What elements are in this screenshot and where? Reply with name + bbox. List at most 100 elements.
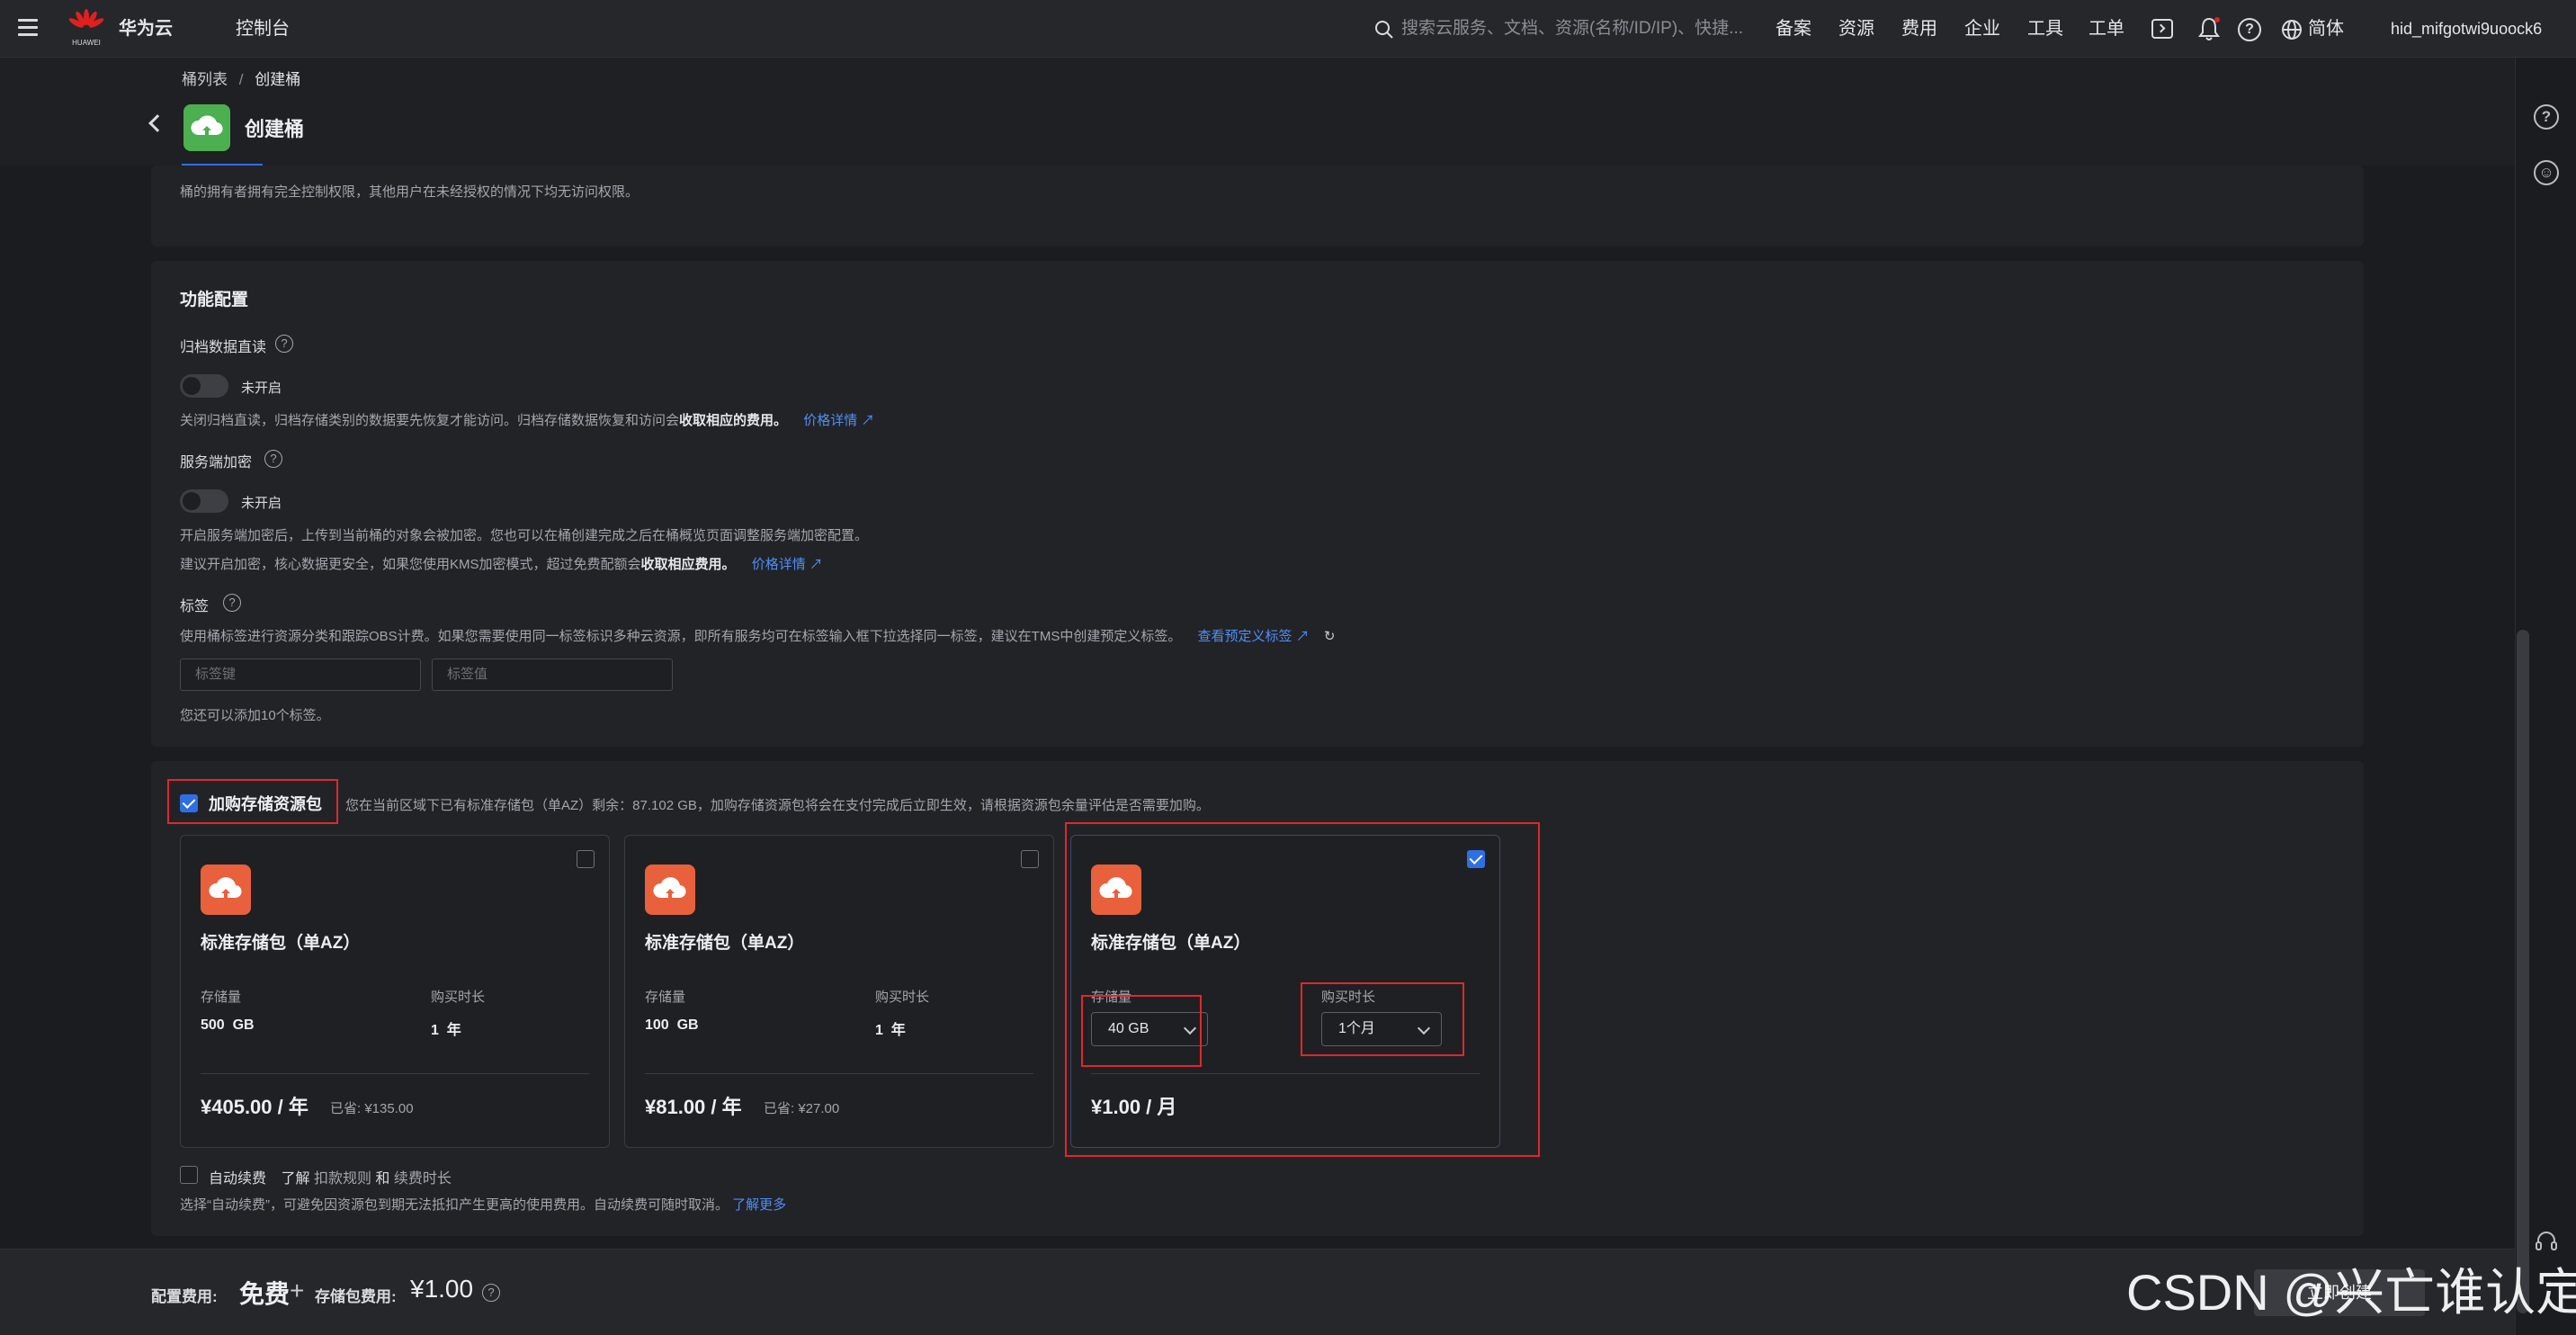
package-name: 标准存储包（单AZ） [645, 934, 805, 953]
package-checkbox[interactable] [180, 794, 198, 812]
encryption-desc-text: 建议开启加密，核心数据更安全，如果您使用KMS加密模式，超过免费配额会 [180, 557, 641, 572]
learn-more-link[interactable]: 了解更多 [732, 1197, 786, 1213]
globe-icon[interactable] [2281, 19, 2303, 40]
duration-value: 1 年 [431, 1023, 461, 1038]
page-title: 创建桶 [245, 118, 305, 140]
auto-renew-desc: 选择“自动续费”，可避免因资源包到期无法抵扣产生更高的使用费用。自动续费可随时取… [180, 1195, 786, 1214]
package-option-1-checkbox[interactable] [577, 850, 595, 868]
package-price: ¥405.00 / 年 [201, 1096, 309, 1118]
cloud-upload-icon [645, 865, 695, 915]
cloud-upload-icon [1091, 865, 1141, 915]
nav-resources[interactable]: 资源 [1838, 0, 1874, 58]
huawei-logo[interactable]: HUAWEI [68, 9, 104, 49]
brand-name[interactable]: 华为云 [119, 0, 173, 58]
nav-tools[interactable]: 工具 [2027, 0, 2063, 58]
breadcrumb-bucket-list[interactable]: 桶列表 [182, 71, 228, 88]
auto-renew-desc-text: 选择“自动续费”，可避免因资源包到期无法抵扣产生更高的使用费用。自动续费可随时取… [180, 1197, 729, 1213]
features-card: 功能配置 归档数据直读 ? 未开启 关闭归档直读，归档存储类别的数据要先恢复才能… [151, 261, 2364, 747]
encryption-desc-1: 开启服务端加密后，上传到当前桶的对象会被加密。您也可以在桶创建完成之后在桶概览页… [180, 528, 869, 543]
encryption-label: 服务端加密 [180, 455, 253, 470]
encryption-desc-bold: 收取相应费用。 [640, 557, 736, 572]
auto-renew-row: 自动续费 了解 扣款规则 和 续费时长 [209, 1166, 452, 1187]
features-title: 功能配置 [180, 291, 249, 309]
back-arrow-icon[interactable] [148, 114, 166, 132]
highlight-storage-select [1081, 995, 1202, 1067]
page-header: 桶列表 / 创建桶 创建桶 [0, 58, 2515, 166]
storage-value: 500 GB [201, 1017, 255, 1033]
external-link-icon[interactable]: ↗ [861, 413, 874, 428]
breadcrumb-current: 创建桶 [255, 71, 301, 88]
archive-desc-text: 关闭归档直读，归档存储类别的数据要先恢复才能访问。归档存储数据恢复和访问会 [180, 413, 680, 428]
breadcrumb-separator: / [238, 71, 244, 88]
archive-help-icon[interactable]: ? [275, 335, 293, 353]
tags-label: 标签 [180, 599, 210, 614]
duration-value: 1 年 [875, 1023, 906, 1038]
package-checkbox-label[interactable]: 加购存储资源包 [209, 792, 322, 815]
archive-toggle[interactable] [180, 374, 228, 398]
encryption-desc-2: 建议开启加密，核心数据更安全，如果您使用KMS加密模式，超过免费配额会收取相应费… [180, 554, 823, 573]
encryption-help-icon[interactable]: ? [264, 450, 282, 468]
tags-desc: 使用桶标签进行资源分类和跟踪OBS计费。如果您需要使用同一标签标识多种云资源，即… [180, 626, 1335, 645]
username[interactable]: hid_mifgotwi9uoock6 [2391, 0, 2542, 58]
predefined-tags-link[interactable]: 查看预定义标签 [1198, 629, 1292, 644]
archive-toggle-state: 未开启 [241, 381, 282, 396]
refresh-icon[interactable]: ↻ [1324, 629, 1336, 644]
tag-value-input[interactable]: 标签值 [432, 659, 673, 691]
search-icon [1375, 21, 1393, 39]
tag-key-input[interactable]: 标签键 [180, 659, 421, 691]
archive-desc-bold: 收取相应的费用。 [679, 413, 788, 428]
renew-duration-link[interactable]: 续费时长 [394, 1171, 452, 1187]
cloud-shell-icon[interactable] [2151, 19, 2173, 39]
auto-renew-checkbox[interactable] [180, 1166, 198, 1184]
auto-renew-label[interactable]: 自动续费 [209, 1171, 266, 1187]
smiley-feedback-icon[interactable]: ☺ [2534, 160, 2559, 185]
nav-enterprise[interactable]: 企业 [1964, 0, 2000, 58]
deduction-rule-link[interactable]: 扣款规则 [314, 1171, 371, 1187]
archive-label: 归档数据直读 [180, 340, 267, 355]
language-selector[interactable]: 简体 [2308, 0, 2344, 58]
package-saved: 已省: ¥135.00 [330, 1101, 414, 1116]
help-icon[interactable]: ? [2534, 104, 2559, 130]
tags-remaining: 您还可以添加10个标签。 [180, 708, 330, 723]
huawei-logo-text: HUAWEI [72, 39, 101, 47]
search-input[interactable]: 搜索云服务、文档、资源(名称/ID/IP)、快捷... [1371, 14, 1754, 43]
breadcrumb: 桶列表 / 创建桶 [182, 67, 300, 89]
encryption-toggle[interactable] [180, 489, 228, 513]
duration-label: 购买时长 [875, 990, 930, 1005]
headset-service-icon[interactable] [2534, 1229, 2559, 1254]
console-link[interactable]: 控制台 [236, 0, 290, 58]
package-fee-value: ¥1.00 [410, 1275, 474, 1303]
encryption-price-link[interactable]: 价格详情 [752, 557, 806, 572]
package-note: 您在当前区域下已有标准存储包（单AZ）剩余：87.102 GB，加购存储资源包将… [345, 798, 1210, 813]
package-option-2-checkbox[interactable] [1021, 850, 1039, 868]
csdn-watermark: CSDN @兴亡谁认定 [2126, 1264, 2576, 1321]
plus-sign: + [290, 1277, 305, 1304]
menu-icon[interactable] [18, 19, 38, 37]
storage-label: 存储量 [201, 990, 242, 1005]
help-icon[interactable]: ? [2238, 18, 2261, 41]
package-name: 标准存储包（单AZ） [201, 934, 361, 953]
divider [201, 1073, 589, 1074]
package-name: 标准存储包（单AZ） [1091, 934, 1251, 953]
package-option-1[interactable]: 标准存储包（单AZ） 存储量 购买时长 500 GB 1 年 ¥405.00 /… [180, 835, 610, 1148]
external-link-icon[interactable]: ↗ [809, 557, 823, 572]
external-link-icon[interactable]: ↗ [1296, 629, 1310, 644]
encryption-toggle-state: 未开启 [241, 496, 282, 511]
fee-help-icon[interactable]: ? [482, 1284, 500, 1302]
notification-bell-icon[interactable] [2198, 16, 2220, 41]
package-option-3-checkbox[interactable] [1467, 850, 1485, 868]
nav-billing[interactable]: 费用 [1901, 0, 1937, 58]
bucket-cloud-icon [183, 104, 230, 151]
page-scrollbar[interactable] [2517, 630, 2529, 1313]
archive-price-link[interactable]: 价格详情 [803, 413, 857, 428]
package-option-2[interactable]: 标准存储包（单AZ） 存储量 购买时长 100 GB 1 年 ¥81.00 / … [624, 835, 1054, 1148]
duration-label: 购买时长 [431, 990, 486, 1005]
tags-help-icon[interactable]: ? [223, 594, 241, 612]
archive-desc: 关闭归档直读，归档存储类别的数据要先恢复才能访问。归档存储数据恢复和访问会收取相… [180, 410, 874, 429]
nav-beian[interactable]: 备案 [1775, 0, 1811, 58]
nav-tickets[interactable]: 工单 [2089, 0, 2124, 58]
auto-renew-learn: 了解 [281, 1171, 310, 1187]
top-nav-bar: HUAWEI 华为云 控制台 搜索云服务、文档、资源(名称/ID/IP)、快捷.… [0, 0, 2576, 58]
package-price: ¥81.00 / 年 [645, 1096, 742, 1118]
highlight-duration-select [1301, 982, 1464, 1056]
